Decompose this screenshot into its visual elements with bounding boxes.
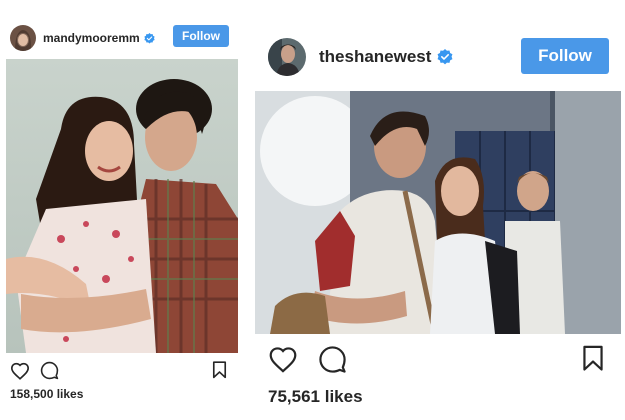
bookmark-icon[interactable] [582,345,604,372]
verified-badge-icon [144,32,155,44]
post-actions [10,361,59,380]
heart-icon[interactable] [268,346,298,373]
verified-badge-icon [437,49,453,65]
post-actions [268,345,347,374]
likes-count[interactable]: 158,500 likes [10,387,83,401]
post-photo[interactable] [6,59,238,353]
heart-icon[interactable] [10,362,30,380]
username[interactable]: mandymooremm [43,31,140,45]
post-header: theshanewest [268,38,453,76]
post-photo[interactable] [255,91,621,334]
avatar[interactable] [10,25,36,51]
avatar[interactable] [268,38,306,76]
follow-button[interactable]: Follow [173,25,229,47]
post-header: mandymooremm [10,25,155,51]
follow-button[interactable]: Follow [521,38,609,74]
likes-count[interactable]: 75,561 likes [268,387,363,407]
post-mandymooremm: mandymooremm Follow 158,500 likes [0,0,245,420]
comment-bubble-icon[interactable] [318,345,347,374]
username[interactable]: theshanewest [319,47,431,67]
comment-bubble-icon[interactable] [40,361,59,380]
post-theshanewest: theshanewest Follow 75,561 likes [252,0,625,420]
bookmark-icon[interactable] [212,361,227,379]
